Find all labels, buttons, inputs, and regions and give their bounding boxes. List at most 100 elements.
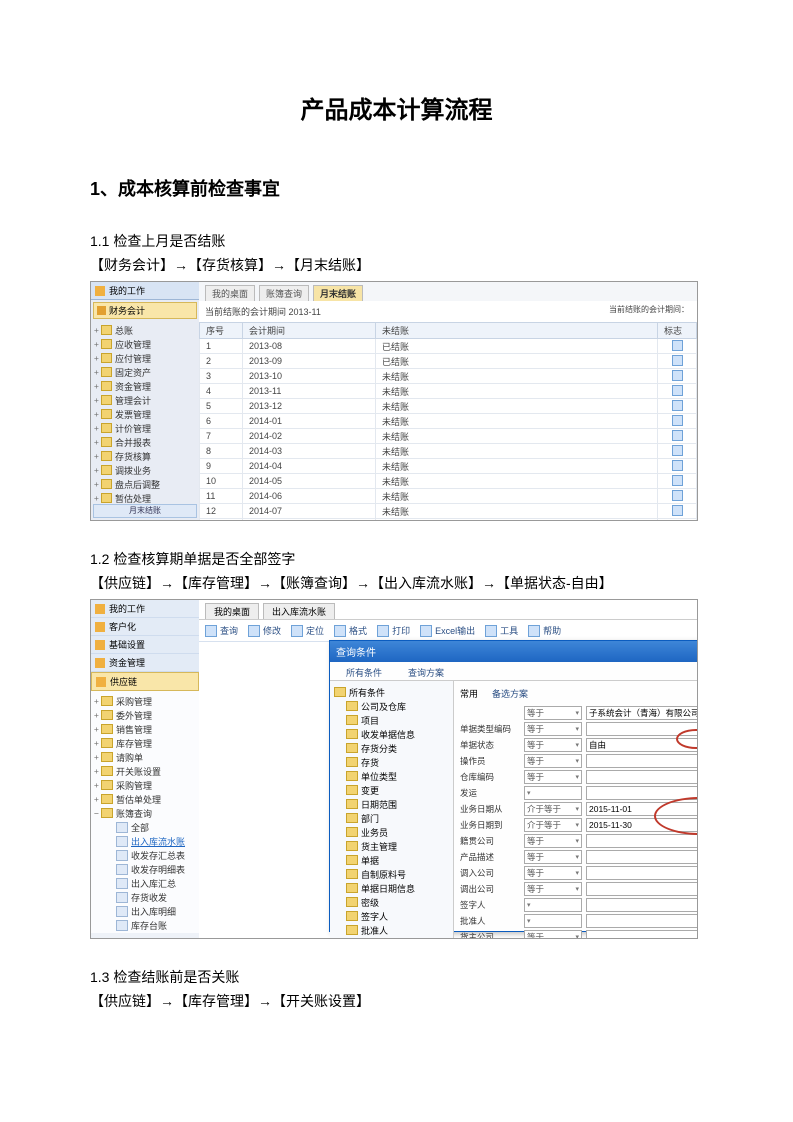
tree-node[interactable]: +固定资产 [94,365,196,379]
ss1-tab-2[interactable]: 账簿查询 [259,285,309,301]
ss2-mod-4[interactable]: 资金管理 [91,654,199,672]
table-row[interactable]: 122014-07未结账 [200,504,697,519]
operator-select[interactable] [524,914,582,928]
operator-select[interactable]: 等于 [524,866,582,880]
tree-node[interactable]: +调拨业务 [94,463,196,477]
tree-node[interactable]: 业务员 [334,825,449,839]
modal-rtab-2[interactable]: 备选方案 [492,687,528,700]
tree-node[interactable]: +采购管理 [94,694,196,708]
table-row[interactable]: 12013-08已结账 [200,339,697,354]
tree-node[interactable]: 收发单据信息 [334,727,449,741]
ss1-tab-active[interactable]: 月末结账 [313,285,363,301]
tree-node[interactable]: +资金管理 [94,379,196,393]
tree-node[interactable]: +库存管理 [94,736,196,750]
table-row[interactable]: 82014-03未结账 [200,444,697,459]
tree-node[interactable]: 日期范围 [334,797,449,811]
tree-node[interactable]: 出入库汇总 [94,876,196,890]
table-row[interactable]: 32013-10未结账 [200,369,697,384]
modal-subtab-2[interactable]: 查询方案 [398,665,454,680]
tree-node[interactable]: +总账 [94,323,196,337]
tree-node[interactable]: 单据 [334,853,449,867]
operator-select[interactable]: 介于等于 [524,818,582,832]
toolbar-item[interactable]: 帮助 [528,624,561,637]
toolbar-item[interactable]: 格式 [334,624,367,637]
operator-select[interactable]: 介于等于 [524,802,582,816]
toolbar-item[interactable]: 查询 [205,624,238,637]
value-input[interactable] [586,914,698,928]
ss2-mod-selected[interactable]: 供应链 [91,672,199,691]
value-input[interactable] [586,930,698,939]
tree-node[interactable]: +月末结账 [94,519,196,521]
ss1-tab-home[interactable]: 我的桌面 [205,285,255,301]
tree-node[interactable]: 部门 [334,811,449,825]
tree-node[interactable]: 出入库明细 [94,904,196,918]
tree-node[interactable]: +应收管理 [94,337,196,351]
tree-node[interactable]: +请购单 [94,750,196,764]
tree-node[interactable]: 项目 [334,713,449,727]
operator-select[interactable]: 等于 [524,722,582,736]
operator-select[interactable]: 等于 [524,754,582,768]
toolbar-item[interactable]: 工具 [485,624,518,637]
ss2-tab-flow[interactable]: 出入库流水账 [263,603,335,619]
table-row[interactable]: 72014-02未结账 [200,429,697,444]
tree-node[interactable]: +暂估单处理 [94,792,196,806]
tree-node[interactable]: 库存台账 [94,918,196,932]
tree-node[interactable]: 收发存明细表 [94,862,196,876]
table-row[interactable]: 42013-11未结账 [200,384,697,399]
tree-node[interactable]: +开关账设置 [94,764,196,778]
table-row[interactable]: 112014-06未结账 [200,489,697,504]
tree-node[interactable]: 存货 [334,755,449,769]
operator-select[interactable]: 等于 [524,770,582,784]
tree-node[interactable]: 批次号 [334,937,449,939]
value-input[interactable]: 子系统会计（青海）有限公司 等 [586,706,698,720]
tree-node[interactable]: +销售管理 [94,722,196,736]
tree-node[interactable]: +发票管理 [94,407,196,421]
operator-select[interactable]: 等于 [524,930,582,939]
tree-node[interactable]: +存货核算 [94,449,196,463]
tree-node[interactable]: 销售发货 [94,932,196,933]
value-input[interactable] [586,834,698,848]
operator-select[interactable]: 等于 [524,738,582,752]
tree-node[interactable]: 出入库流水账 [94,834,196,848]
table-row[interactable]: 102014-05未结账 [200,474,697,489]
table-row[interactable]: 92014-04未结账 [200,459,697,474]
tree-node[interactable]: 单据日期信息 [334,881,449,895]
ss1-side-acct[interactable]: 财务会计 [93,302,197,319]
tree-node[interactable]: 存货收发 [94,890,196,904]
ss2-mod-2[interactable]: 客户化 [91,618,199,636]
tree-node[interactable]: +计价管理 [94,421,196,435]
operator-select[interactable]: 等于 [524,882,582,896]
tree-node[interactable]: +应付管理 [94,351,196,365]
tree-node[interactable]: 变更 [334,783,449,797]
tree-node[interactable]: +采购管理 [94,778,196,792]
table-row[interactable]: 52013-12未结账 [200,399,697,414]
ss2-mod-3[interactable]: 基础设置 [91,636,199,654]
toolbar-item[interactable]: 修改 [248,624,281,637]
value-input[interactable] [586,882,698,896]
toolbar-item[interactable]: 定位 [291,624,324,637]
table-row[interactable]: 132014-08未结账 [200,519,697,522]
tree-node[interactable]: 公司及仓库 [334,699,449,713]
value-input[interactable] [586,866,698,880]
operator-select[interactable]: 等于 [524,706,582,720]
tree-node[interactable]: 货主管理 [334,839,449,853]
value-input[interactable] [586,898,698,912]
table-row[interactable]: 22013-09已结账 [200,354,697,369]
ss2-tab-home[interactable]: 我的桌面 [205,603,259,619]
ss2-mod-1[interactable]: 我的工作 [91,600,199,618]
operator-select[interactable] [524,898,582,912]
modal-subtab-1[interactable]: 所有条件 [336,665,392,680]
tree-node[interactable]: 存货分类 [334,741,449,755]
operator-select[interactable]: 等于 [524,850,582,864]
tree-node[interactable]: +委外管理 [94,708,196,722]
tree-node[interactable]: 所有条件 [334,685,449,699]
operator-select[interactable]: 等于 [524,834,582,848]
tree-node[interactable]: −账簿查询 [94,806,196,820]
tree-node[interactable]: +暂估处理 [94,491,196,505]
tree-node[interactable]: +盘点后调整 [94,477,196,491]
tree-node[interactable]: 自制原料号 [334,867,449,881]
modal-rtab-1[interactable]: 常用 [460,687,478,700]
ss1-bottom-button[interactable]: 月末结账 [93,504,197,518]
table-row[interactable]: 62014-01未结账 [200,414,697,429]
tree-node[interactable]: 批准人 [334,923,449,937]
